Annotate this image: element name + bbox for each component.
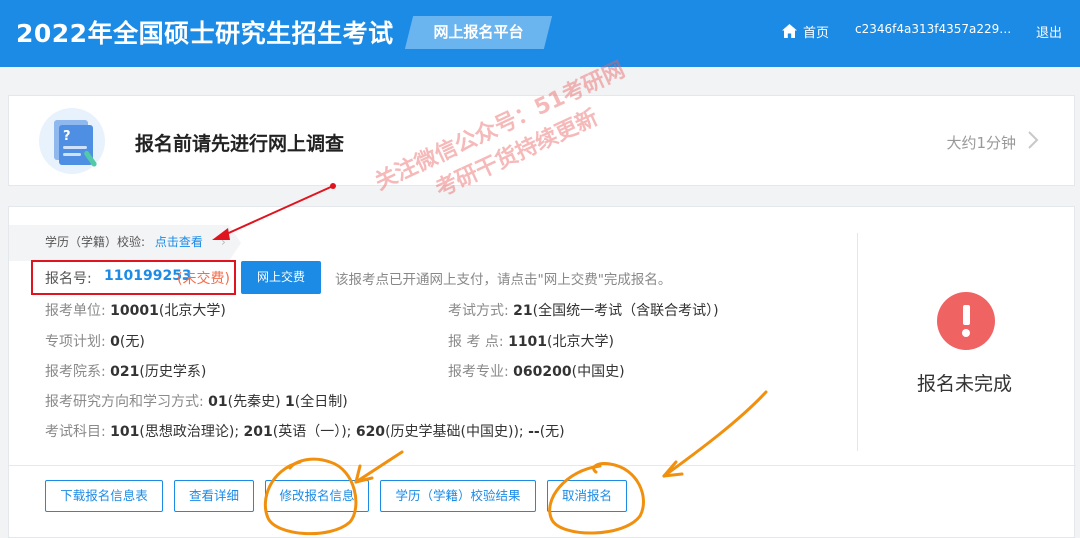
- field-major: 报考专业: 060200(中国史): [448, 361, 625, 381]
- download-info-button[interactable]: 下载报名信息表: [45, 480, 163, 512]
- field-dept-name: (历史学系): [139, 364, 207, 380]
- svg-text:?: ?: [63, 129, 71, 144]
- field-dept: 报考院系: 021(历史学系): [45, 361, 206, 381]
- field-study-mode-name: (全日制): [294, 394, 348, 410]
- survey-time: 大约1分钟: [946, 134, 1016, 152]
- logout-link[interactable]: 退出: [1036, 22, 1062, 41]
- verify-result-button[interactable]: 学历（学籍）校验结果: [380, 480, 536, 512]
- cancel-registration-button[interactable]: 取消报名: [547, 480, 627, 512]
- registration-status: 报名未完成: [917, 373, 1013, 395]
- field-unit: 报考单位: 10001(北京大学): [45, 300, 226, 320]
- subject2-name: (英语（一）);: [272, 424, 352, 440]
- field-unit-label: 报考单位:: [45, 303, 106, 319]
- field-exam-method-name: (全国统一考试（含联合考试）): [532, 303, 719, 319]
- home-link[interactable]: 首页: [782, 22, 830, 41]
- chevron-right-icon: [1026, 130, 1040, 150]
- field-exam-site-label: 报 考 点:: [448, 334, 504, 350]
- subject3-name: (历史学基础(中国史));: [385, 424, 524, 440]
- field-exam-site-code: 1101: [508, 334, 548, 350]
- home-label: 首页: [803, 25, 830, 41]
- user-id[interactable]: c2346f4a313f4357a2294...: [855, 22, 1013, 36]
- survey-title: 报名前请先进行网上调查: [135, 133, 345, 155]
- home-icon: [782, 24, 797, 38]
- field-major-name: (中国史): [571, 364, 625, 380]
- subject2-code: 201: [243, 424, 273, 440]
- subject4-code: --: [528, 424, 540, 440]
- field-study-mode-code: 1: [285, 394, 295, 410]
- verify-row: 学历（学籍）校验: 点击查看: [45, 233, 203, 250]
- field-dept-code: 021: [110, 364, 140, 380]
- field-special-plan-code: 0: [110, 334, 120, 350]
- modify-info-button[interactable]: 修改报名信息: [265, 480, 369, 512]
- regno-label: 报名号:: [45, 271, 92, 287]
- vertical-divider: [857, 233, 858, 451]
- field-direction-code: 01: [208, 394, 228, 410]
- field-dept-label: 报考院系:: [45, 364, 106, 380]
- field-subjects: 考试科目: 101(思想政治理论); 201(英语（一）); 620(历史学基础…: [45, 421, 565, 441]
- registration-card: 学历（学籍）校验: 点击查看 › 报名号: 110199253 (未交费) 网上…: [8, 206, 1076, 538]
- field-special-plan-name: (无): [119, 334, 145, 350]
- verify-link[interactable]: 点击查看: [155, 235, 203, 249]
- field-unit-code: 10001: [110, 303, 159, 319]
- field-subjects-label: 考试科目:: [45, 424, 106, 440]
- pay-hint: 该报考点已开通网上支付，请点击"网上交费"完成报名。: [335, 272, 672, 288]
- field-special-plan: 专项计划: 0(无): [45, 331, 145, 351]
- view-details-button[interactable]: 查看详细: [174, 480, 254, 512]
- field-direction: 报考研究方向和学习方式: 01(先秦史) 1(全日制): [45, 391, 348, 411]
- field-exam-method-code: 21: [513, 303, 533, 319]
- field-special-plan-label: 专项计划:: [45, 334, 106, 350]
- online-pay-button[interactable]: 网上交费: [241, 261, 321, 294]
- survey-card[interactable]: ? 报名前请先进行网上调查 大约1分钟: [8, 95, 1075, 186]
- field-direction-name: (先秦史): [227, 394, 281, 410]
- subject1-name: (思想政治理论);: [139, 424, 240, 440]
- field-unit-name: (北京大学): [158, 303, 226, 319]
- verify-label: 学历（学籍）校验:: [45, 235, 146, 249]
- horizontal-divider: [9, 465, 1076, 466]
- payment-status: (未交费): [177, 271, 230, 287]
- survey-document-icon: ?: [39, 108, 105, 174]
- platform-tag: 网上报名平台: [433, 23, 524, 41]
- field-direction-label: 报考研究方向和学习方式:: [45, 394, 204, 410]
- top-header: 2022年全国硕士研究生招生考试 网上报名平台 首页 c2346f4a313f4…: [0, 0, 1080, 67]
- exclamation-icon: [937, 292, 995, 350]
- site-title: 2022年全国硕士研究生招生考试: [16, 19, 394, 48]
- subject3-code: 620: [355, 424, 386, 440]
- field-major-code: 060200: [513, 364, 572, 380]
- verify-chevron-icon: ›: [221, 235, 226, 249]
- field-exam-site-name: (北京大学): [547, 334, 614, 350]
- subject1-code: 101: [110, 424, 140, 440]
- field-exam-method: 考试方式: 21(全国统一考试（含联合考试）): [448, 300, 719, 320]
- subject4-name: (无): [539, 424, 565, 440]
- field-major-label: 报考专业:: [448, 364, 509, 380]
- field-exam-site: 报 考 点: 1101(北京大学): [448, 331, 614, 351]
- field-exam-method-label: 考试方式:: [448, 303, 509, 319]
